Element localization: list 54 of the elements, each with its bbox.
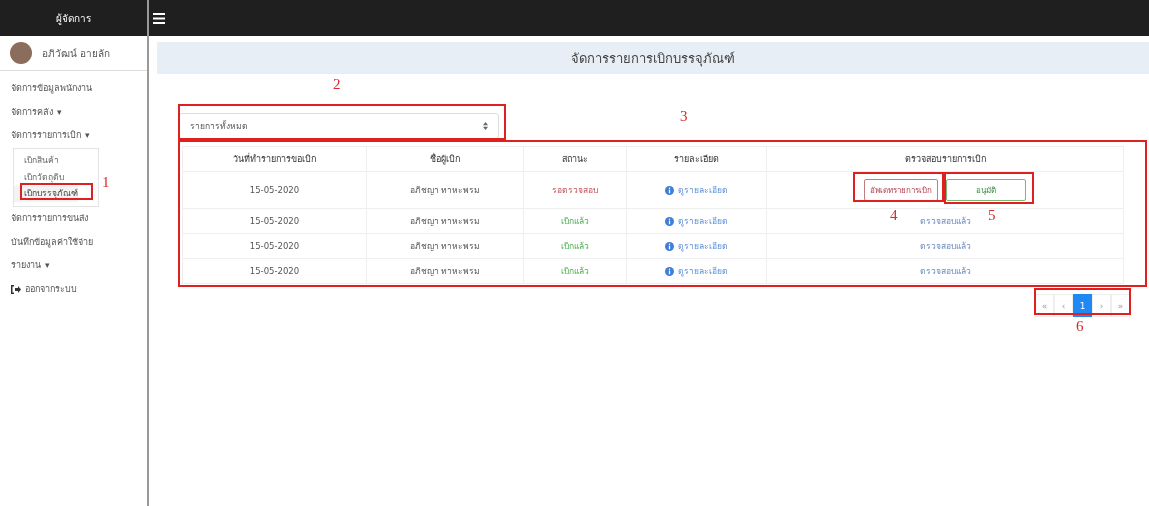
user-name: อภิวัฒน์ อายลัก bbox=[42, 46, 111, 61]
approve-button[interactable]: อนุมัติ bbox=[946, 179, 1026, 201]
annotation-number: 5 bbox=[988, 207, 996, 224]
caret-icon: ▾ bbox=[57, 105, 62, 119]
column-header: สถานะ bbox=[523, 146, 627, 172]
page-button[interactable]: 1 bbox=[1073, 294, 1092, 317]
table-cell: 15-05-2020 bbox=[182, 171, 367, 209]
table-cell: อภิชญา ทาหะพรม bbox=[366, 258, 524, 284]
column-header: รายละเอียด bbox=[626, 146, 767, 172]
column-header: ตรวจสอบรายการเบิก bbox=[766, 146, 1124, 172]
menu-item[interactable]: บันทึกข้อมูลค่าใช้จ่าย bbox=[0, 230, 147, 254]
sort-arrows-icon bbox=[483, 122, 488, 130]
page-title: จัดการรายการเบิกบรรจุภัณฑ์ bbox=[157, 42, 1149, 74]
annotation-number: 6 bbox=[1076, 318, 1084, 335]
submenu-item[interactable]: เบิกวัตถุดิบ bbox=[14, 169, 64, 186]
checked-text: ตรวจสอบแล้ว bbox=[919, 216, 971, 226]
sidebar-title: ผู้จัดการ bbox=[0, 0, 147, 36]
caret-icon: ▾ bbox=[45, 259, 50, 273]
table-cell: 15-05-2020 bbox=[182, 258, 367, 284]
annotation-number: 3 bbox=[680, 108, 688, 125]
menu-item[interactable]: รายงาน bbox=[11, 259, 41, 273]
info-icon bbox=[664, 185, 674, 195]
menu-item[interactable]: จัดการคลัง bbox=[11, 105, 53, 119]
logout-link[interactable]: ออกจากระบบ bbox=[0, 277, 147, 301]
status-text: รอตรวจสอบ bbox=[551, 185, 598, 195]
checked-text: ตรวจสอบแล้ว bbox=[919, 241, 971, 251]
avatar bbox=[10, 42, 32, 64]
info-icon bbox=[664, 266, 674, 276]
column-header: วันที่ทำรายการขอเบิก bbox=[182, 146, 367, 172]
caret-icon: ▾ bbox=[85, 129, 90, 143]
status-text: เบิกแล้ว bbox=[560, 266, 589, 276]
menu-item[interactable]: จัดการข้อมูลพนักงาน bbox=[0, 77, 147, 101]
column-header: ชื่อผู้เบิก bbox=[366, 146, 524, 172]
submenu-item[interactable]: เบิกสินค้า bbox=[14, 152, 59, 169]
menu-item[interactable]: จัดการรายการขนส่ง bbox=[0, 207, 147, 231]
annotation-number: 2 bbox=[333, 76, 341, 93]
annotation-number: 1 bbox=[102, 174, 110, 191]
filter-select[interactable]: รายการทั้งหมด bbox=[179, 113, 499, 139]
annotation-number: 4 bbox=[890, 207, 898, 224]
info-icon bbox=[664, 216, 674, 226]
table-cell: อภิชญา ทาหะพรม bbox=[366, 171, 524, 209]
logout-icon bbox=[11, 284, 21, 294]
update-button[interactable]: อัพเดทรายการเบิก bbox=[864, 179, 938, 201]
menu-icon[interactable] bbox=[153, 12, 165, 24]
status-text: เบิกแล้ว bbox=[560, 216, 589, 226]
table-cell: อภิชญา ทาหะพรม bbox=[366, 208, 524, 234]
table-cell: 15-05-2020 bbox=[182, 233, 367, 259]
status-text: เบิกแล้ว bbox=[560, 241, 589, 251]
info-icon bbox=[664, 241, 674, 251]
menu-item[interactable]: จัดการรายการเบิก bbox=[11, 129, 81, 143]
table-cell: 15-05-2020 bbox=[182, 208, 367, 234]
checked-text: ตรวจสอบแล้ว bbox=[919, 266, 971, 276]
table-cell: อภิชญา ทาหะพรม bbox=[366, 233, 524, 259]
details-link[interactable]: ดูรายละเอียด bbox=[664, 183, 728, 197]
